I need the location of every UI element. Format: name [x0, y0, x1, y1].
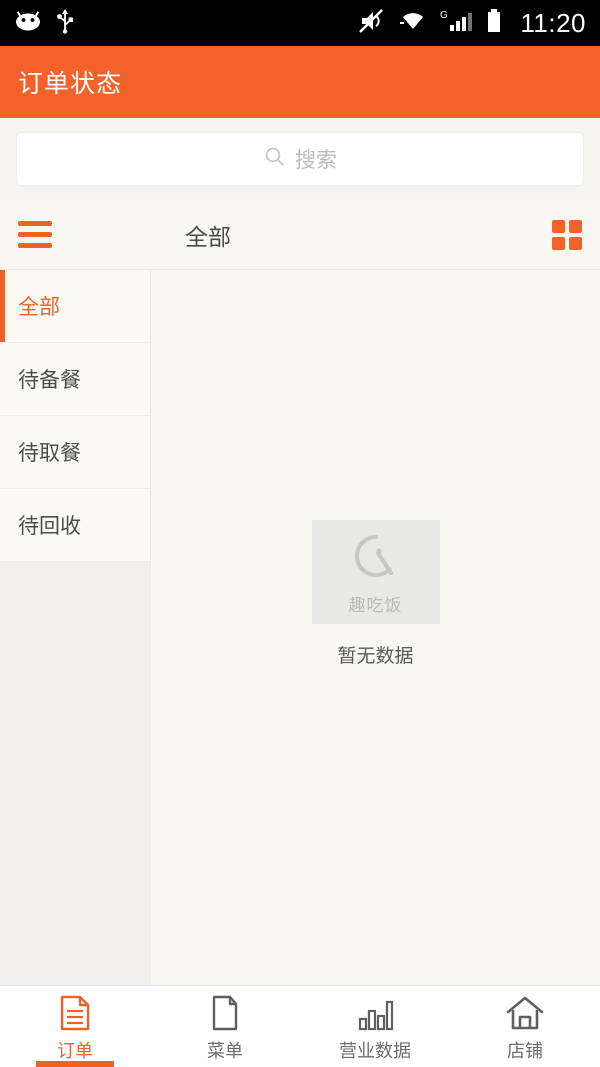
sidebar-empty-space — [0, 562, 150, 985]
filter-toolbar: 全部 — [0, 200, 600, 270]
status-bar-left-icons — [14, 8, 74, 39]
sidebar-item-pending-prep[interactable]: 待备餐 — [0, 343, 150, 416]
status-bar-right-icons: G 11:20 — [358, 8, 586, 39]
usb-icon — [56, 8, 74, 39]
qu-chi-fan-logo-icon — [345, 529, 407, 590]
nav-item-store[interactable]: 店铺 — [450, 986, 600, 1067]
current-filter-label: 全部 — [185, 223, 231, 250]
app-bar: 订单状态 — [0, 46, 600, 118]
category-sidebar: 全部 待备餐 待取餐 待回收 — [0, 270, 151, 985]
hamburger-icon[interactable] — [18, 221, 52, 248]
sidebar-item-pending-recycle[interactable]: 待回收 — [0, 489, 150, 562]
grid-cell — [552, 219, 565, 233]
search-placeholder: 搜索 — [295, 149, 337, 172]
empty-state: 趣吃饭 暂无数据 — [151, 520, 600, 668]
order-list-panel: 趣吃饭 暂无数据 — [151, 270, 600, 985]
nav-item-business-data[interactable]: 营业数据 — [300, 986, 450, 1067]
sidebar-item-all[interactable]: 全部 — [0, 270, 150, 343]
brand-name: 趣吃饭 — [348, 595, 403, 615]
app-screen: G 11:20 订单状态 搜索 全部 全部 待备餐 待取餐 待回收 趣吃饭 暂无… — [0, 0, 600, 1067]
sidebar-item-pending-pickup[interactable]: 待取餐 — [0, 416, 150, 489]
grid-cell — [569, 236, 582, 250]
sidebar-item-label: 待备餐 — [18, 369, 81, 392]
nav-label: 营业数据 — [339, 1041, 411, 1061]
active-tab-indicator — [36, 1061, 114, 1067]
bottom-navigation: 订单 菜单 营业数据 店铺 — [0, 985, 600, 1067]
search-bar-container: 搜索 — [0, 118, 600, 200]
svg-text:G: G — [440, 10, 448, 21]
nav-label: 店铺 — [507, 1041, 543, 1061]
grid-view-icon[interactable] — [552, 219, 582, 250]
content-area: 全部 待备餐 待取餐 待回收 趣吃饭 暂无数据 — [0, 270, 600, 985]
hamburger-bar — [18, 243, 52, 248]
nav-label: 菜单 — [207, 1041, 243, 1061]
battery-icon — [486, 8, 502, 39]
nav-item-menu[interactable]: 菜单 — [150, 986, 300, 1067]
page-title: 订单状态 — [18, 70, 123, 98]
status-bar: G 11:20 — [0, 0, 600, 46]
cellular-signal-icon: G — [440, 8, 474, 39]
status-bar-clock: 11:20 — [520, 8, 586, 38]
order-document-icon — [58, 994, 92, 1032]
search-icon — [263, 145, 287, 174]
grid-cell — [552, 236, 565, 250]
brand-placeholder-logo: 趣吃饭 — [311, 520, 440, 624]
menu-page-icon — [208, 994, 242, 1032]
sidebar-item-label: 全部 — [18, 296, 60, 319]
sidebar-item-label: 待取餐 — [18, 442, 81, 465]
hamburger-bar — [18, 221, 52, 226]
nav-label: 订单 — [57, 1041, 93, 1061]
sidebar-item-label: 待回收 — [18, 515, 81, 538]
bar-chart-icon — [356, 994, 394, 1032]
hamburger-bar — [18, 232, 52, 237]
android-robot-icon — [14, 10, 42, 37]
nav-item-orders[interactable]: 订单 — [0, 986, 150, 1067]
search-input[interactable]: 搜索 — [16, 132, 584, 186]
volume-muted-icon — [358, 8, 386, 39]
wifi-icon — [398, 9, 428, 38]
grid-cell — [569, 219, 582, 233]
empty-state-text: 暂无数据 — [337, 646, 414, 667]
home-store-icon — [505, 994, 545, 1032]
